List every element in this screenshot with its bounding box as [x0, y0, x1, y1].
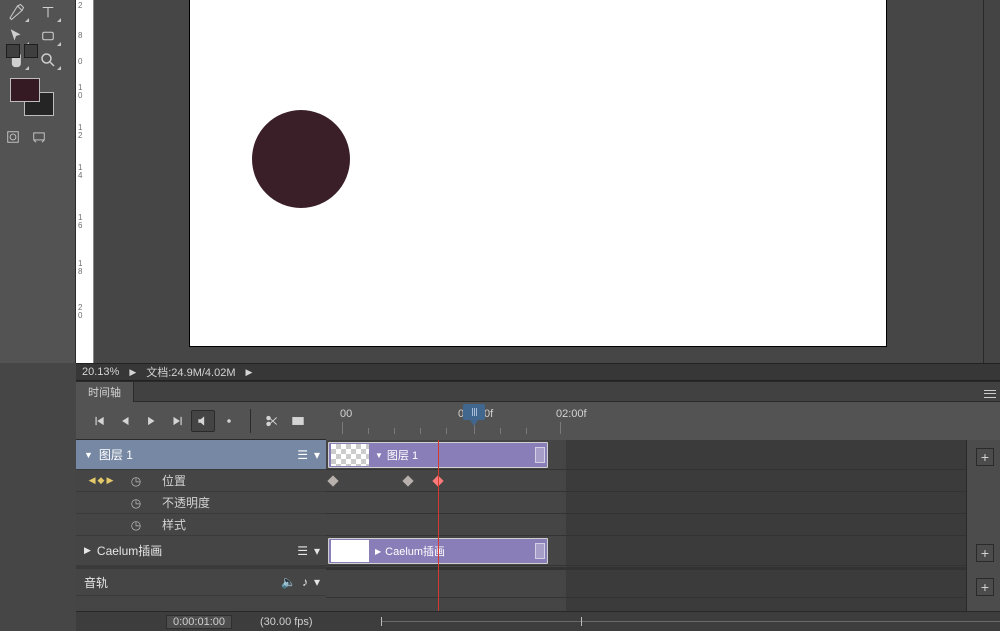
ruler-label: 14 [78, 164, 82, 180]
clip-label: Caelum插画 [385, 543, 445, 559]
prev-frame-button[interactable] [113, 410, 137, 432]
status-bar: 20.13% ▶ 文档:24.9M/4.02M ▶ [76, 363, 1000, 381]
prop-label: 位置 [162, 472, 186, 489]
ruler-time-label: 02:00f [556, 408, 587, 420]
ruler-label: 16 [78, 214, 82, 230]
options-button[interactable] [217, 410, 241, 432]
ruler-time-label: 00 [340, 408, 352, 420]
transition-button[interactable] [286, 410, 310, 432]
timeline-tracks[interactable]: ▼ 图层 1 ▶ Caelum插画 [326, 440, 1000, 611]
docinfo-dropdown-icon[interactable]: ▶ [246, 367, 253, 378]
layer-row[interactable]: ▶ Caelum插画 ☰ ▾ [76, 536, 326, 566]
audio-label: 音轨 [84, 574, 108, 591]
prop-position[interactable]: ◀◆▶ ◷ 位置 [76, 470, 326, 492]
timecode[interactable]: 0:00:01:00 [166, 615, 232, 629]
mini-swatch-reset-icon[interactable] [6, 44, 20, 58]
circle-shape[interactable] [252, 110, 350, 208]
playhead-line[interactable] [438, 440, 439, 611]
next-frame-button[interactable] [165, 410, 189, 432]
prop-label: 样式 [162, 516, 186, 533]
vertical-ruler: 2 8 0 10 12 14 16 18 20 [76, 0, 94, 363]
play-button[interactable] [139, 410, 163, 432]
track-opacity[interactable] [326, 492, 1000, 514]
vertical-scrollbar[interactable] [983, 0, 1000, 363]
clip-label: 图层 1 [387, 447, 418, 463]
audio-toggle-button[interactable] [191, 410, 215, 432]
clip-thumbnail [331, 444, 369, 466]
layer-label: Caelum插画 [97, 542, 162, 559]
ruler-label: 20 [78, 304, 82, 320]
panel-tabs: 时间轴 [76, 382, 1000, 402]
layer-label: 图层 1 [99, 446, 133, 463]
track-audio[interactable] [326, 567, 1000, 598]
ruler-label: 2 [78, 2, 82, 10]
stopwatch-icon[interactable]: ◷ [126, 496, 146, 510]
audio-row[interactable]: 音轨 🔈 ♪ ▾ [76, 566, 326, 596]
add-audio-button[interactable]: + [976, 578, 994, 596]
layer-filmstrip-icon[interactable]: ☰ [297, 448, 308, 462]
quickmask-icon[interactable] [4, 128, 22, 146]
canvas-area [94, 0, 1000, 363]
layer-filmstrip-icon[interactable]: ☰ [297, 544, 308, 558]
tab-timeline[interactable]: 时间轴 [76, 382, 134, 402]
track-row[interactable]: ▶ Caelum插画 [326, 536, 1000, 566]
zoom-dropdown-icon[interactable]: ▶ [129, 367, 136, 378]
keyframe-icon[interactable] [402, 475, 413, 486]
pen-tool-icon[interactable] [1, 1, 31, 23]
time-ruler[interactable]: 00 0 0f 02:00f [326, 404, 1000, 440]
track-row[interactable]: ▼ 图层 1 [326, 440, 1000, 470]
expand-icon[interactable]: ▶ [84, 545, 91, 556]
audio-mute-icon[interactable]: 🔈 [281, 575, 296, 589]
ruler-time-label: 0f [484, 408, 493, 420]
layer-row[interactable]: ▼ 图层 1 ☰ ▾ [76, 440, 326, 470]
ruler-label: 8 [78, 32, 82, 40]
timeline-panel: 时间轴 00 0 0f 02:00f ▼ 图层 1 [76, 381, 1000, 631]
audio-options-icon[interactable]: ▾ [314, 575, 320, 589]
add-track-button[interactable]: + [976, 544, 994, 562]
zoom-slider[interactable] [381, 621, 1000, 622]
timeline-footer: 0:00:01:00 (30.00 fps) [76, 611, 1000, 631]
stopwatch-icon[interactable]: ◷ [126, 474, 146, 488]
prop-style[interactable]: ◷ 样式 [76, 514, 326, 536]
go-start-button[interactable] [87, 410, 111, 432]
ruler-label: 18 [78, 260, 82, 276]
add-track-button[interactable]: + [976, 448, 994, 466]
doc-info: 文档:24.9M/4.02M [146, 364, 235, 380]
stopwatch-icon[interactable]: ◷ [126, 518, 146, 532]
add-column: + + + [966, 440, 1000, 611]
type-tool-icon[interactable] [33, 1, 63, 23]
clip-thumbnail [331, 540, 369, 562]
ruler-label: 12 [78, 124, 82, 140]
prop-label: 不透明度 [162, 494, 210, 511]
audio-note-icon[interactable]: ♪ [302, 575, 308, 589]
toolbar [0, 0, 76, 363]
layer-options-icon[interactable]: ▾ [314, 544, 320, 558]
expand-icon[interactable]: ▼ [84, 450, 93, 460]
layer-options-icon[interactable]: ▾ [314, 448, 320, 462]
track-style[interactable] [326, 514, 1000, 536]
screenmode-icon[interactable] [30, 128, 48, 146]
zoom-level[interactable]: 20.13% [82, 366, 119, 378]
prop-opacity[interactable]: ◷ 不透明度 [76, 492, 326, 514]
mini-swatch-swap-icon[interactable] [24, 44, 38, 58]
ruler-label: 10 [78, 84, 82, 100]
color-swatches[interactable] [10, 78, 54, 122]
ruler-label: 0 [78, 58, 82, 66]
track-position[interactable] [326, 470, 1000, 492]
split-button[interactable] [260, 410, 284, 432]
panel-menu-icon[interactable] [980, 382, 1000, 402]
keyframe-icon[interactable] [327, 475, 338, 486]
foreground-swatch[interactable] [10, 78, 40, 102]
canvas-document[interactable] [190, 0, 886, 346]
layer-tree: ▼ 图层 1 ☰ ▾ ◀◆▶ ◷ 位置 ◷ 不透明度 ◷ 样式 [76, 440, 326, 611]
fps-label: (30.00 fps) [260, 616, 313, 628]
